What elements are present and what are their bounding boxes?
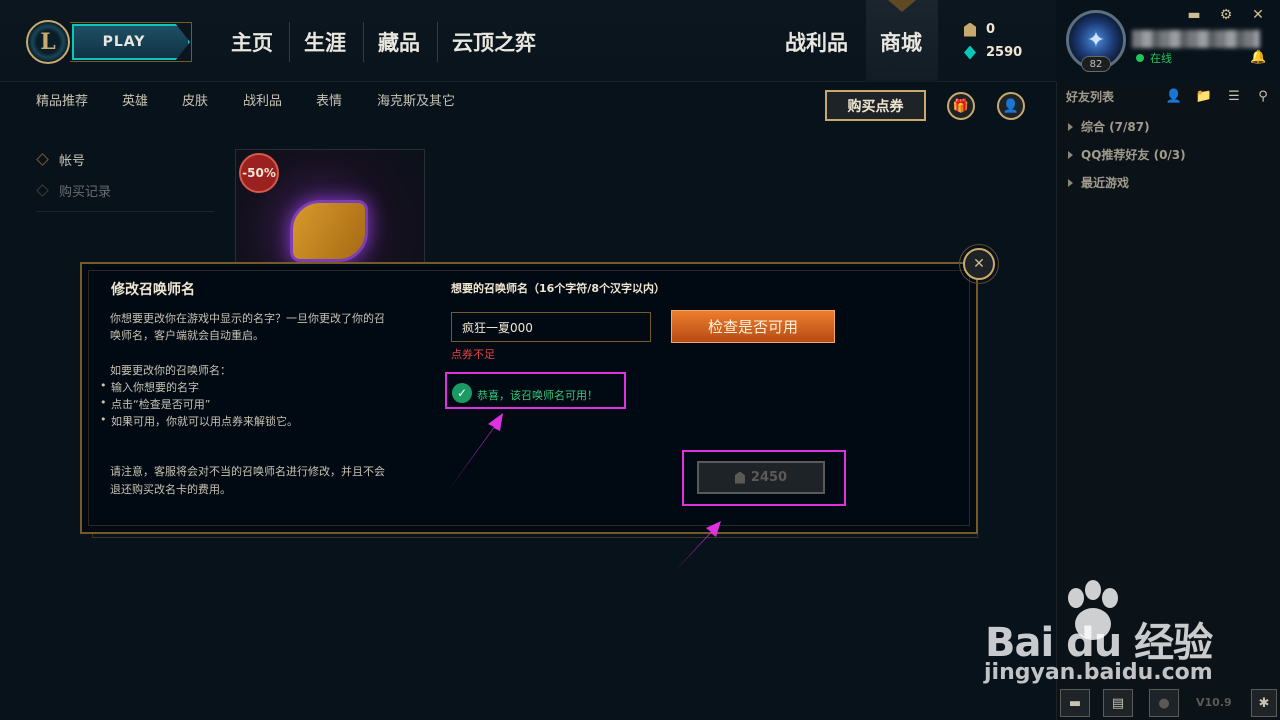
name-change-scroll-image	[290, 200, 368, 262]
intro-text-line2: 唤师名，客户端就会自动重启。	[110, 329, 264, 342]
name-input-label: 想要的召唤师名（16个字符/8个汉字以内）	[451, 282, 665, 295]
side-item-label: 帐号	[59, 154, 86, 169]
unlock-price: 2450	[750, 470, 788, 485]
subnav-champions[interactable]: 英雄	[122, 90, 148, 109]
level-badge: 82	[1081, 56, 1111, 72]
friend-group-general[interactable]: 综合 (7/87)	[1068, 118, 1150, 135]
steps-title: 如要更改你的召唤师名：	[110, 364, 231, 377]
add-friend-icon[interactable]: 👤	[1165, 88, 1183, 104]
intro-text-line1: 你想要更改你在游戏中显示的名字？一旦你更改了你的召	[110, 312, 385, 325]
friend-group-qq[interactable]: QQ推荐好友 (0/3)	[1068, 146, 1186, 163]
side-divider	[36, 211, 214, 212]
checkmark-icon: ✓	[452, 383, 472, 403]
list-view-icon[interactable]: ☰	[1225, 88, 1243, 104]
rp-balance[interactable]: 0	[964, 22, 995, 37]
rp-amount: 0	[986, 22, 996, 37]
step-item: • 输入你想要的名字	[100, 379, 199, 394]
summoner-name-blurred	[1132, 30, 1260, 48]
nav-divider	[437, 22, 438, 62]
league-logo-icon[interactable]: L	[26, 20, 70, 64]
blue-essence-balance[interactable]: 2590	[964, 45, 1022, 60]
nav-tft[interactable]: 云顶之弈	[452, 24, 536, 60]
nav-store[interactable]: 商城	[880, 24, 922, 60]
blue-essence-amount: 2590	[986, 45, 1023, 60]
subnav-featured[interactable]: 精品推荐	[36, 90, 88, 109]
discount-badge: -50%	[239, 153, 279, 193]
side-item-purchase-history[interactable]: 购买记录	[36, 181, 112, 200]
gift-icon[interactable]: 🎁	[947, 92, 975, 120]
step-item: • 如果可用，你就可以用点券来解锁它。	[100, 413, 298, 428]
expand-arrow-icon	[1068, 150, 1073, 159]
search-icon[interactable]: ⚲	[1254, 88, 1272, 104]
step-text: 点击“检查是否可用”	[111, 398, 211, 411]
dialog-title: 修改召唤师名	[111, 282, 195, 298]
side-item-account[interactable]: 帐号	[36, 150, 86, 169]
buy-rp-button[interactable]: 购买点券	[825, 90, 926, 121]
step-text: 输入你想要的名字	[111, 381, 199, 394]
step-text: 如果可用，你就可以用点券来解锁它。	[111, 415, 298, 428]
side-item-label: 购买记录	[59, 185, 112, 200]
notification-bell-icon[interactable]: 🔔	[1250, 50, 1266, 65]
nav-loot[interactable]: 战利品	[785, 24, 848, 60]
microphone-icon[interactable]: ●	[1149, 689, 1179, 717]
subnav-emotes[interactable]: 表情	[316, 90, 342, 109]
nav-collection[interactable]: 藏品	[378, 24, 420, 60]
close-window-icon[interactable]: ✕	[1249, 6, 1267, 24]
friend-group-label: QQ推荐好友 (0/3)	[1081, 148, 1186, 162]
friend-group-label: 综合 (7/87)	[1081, 120, 1150, 134]
subnav-skins[interactable]: 皮肤	[182, 90, 208, 109]
expand-arrow-icon	[1068, 178, 1073, 187]
version-label: V10.9	[1196, 696, 1232, 709]
subnav-loot[interactable]: 战利品	[243, 90, 282, 109]
expand-arrow-icon	[1068, 122, 1073, 131]
friends-list-title: 好友列表	[1066, 90, 1115, 104]
online-status-text: 在线	[1150, 52, 1172, 65]
friend-group-recent[interactable]: 最近游戏	[1068, 174, 1129, 191]
note-text-line1: 请注意，客服将会对不当的召唤师名进行修改，并且不会	[110, 465, 385, 478]
nav-home[interactable]: 主页	[231, 24, 273, 60]
rp-coin-icon	[964, 22, 976, 37]
subnav-hextech-other[interactable]: 海克斯及其它	[377, 90, 455, 109]
note-text-line2: 退还购买改名卡的费用。	[110, 483, 231, 496]
nav-divider	[363, 22, 364, 62]
bug-report-icon[interactable]: ✱	[1251, 689, 1277, 717]
account-icon[interactable]: 👤	[997, 92, 1025, 120]
unlock-name-button[interactable]: 2450	[697, 461, 825, 494]
settings-gear-icon[interactable]: ⚙	[1217, 6, 1235, 24]
store-active-notch	[888, 0, 916, 12]
online-status-dot	[1136, 54, 1144, 62]
watermark-url: jingyan.baidu.com	[984, 660, 1213, 685]
check-availability-button[interactable]: 检查是否可用	[671, 310, 835, 343]
name-available-message: 恭喜，该召唤师名可用！	[477, 389, 598, 402]
chat-icon[interactable]: ▬	[1060, 689, 1090, 717]
diamond-icon	[36, 184, 49, 197]
close-dialog-button[interactable]: ✕	[963, 248, 995, 280]
nav-career[interactable]: 生涯	[304, 24, 346, 60]
minimize-icon[interactable]: ▬	[1185, 6, 1203, 24]
nav-divider	[289, 22, 290, 62]
diamond-icon	[36, 153, 49, 166]
blue-essence-icon	[964, 45, 976, 60]
step-item: • 点击“检查是否可用”	[100, 396, 211, 411]
insufficient-rp-error: 点券不足	[451, 348, 495, 361]
summoner-name-input[interactable]	[451, 312, 651, 342]
add-folder-icon[interactable]: 📁	[1195, 88, 1213, 104]
missions-icon[interactable]: ▤	[1103, 689, 1133, 717]
play-button[interactable]: PLAY	[72, 24, 190, 60]
rp-coin-icon	[734, 471, 745, 484]
friend-group-label: 最近游戏	[1081, 176, 1130, 190]
